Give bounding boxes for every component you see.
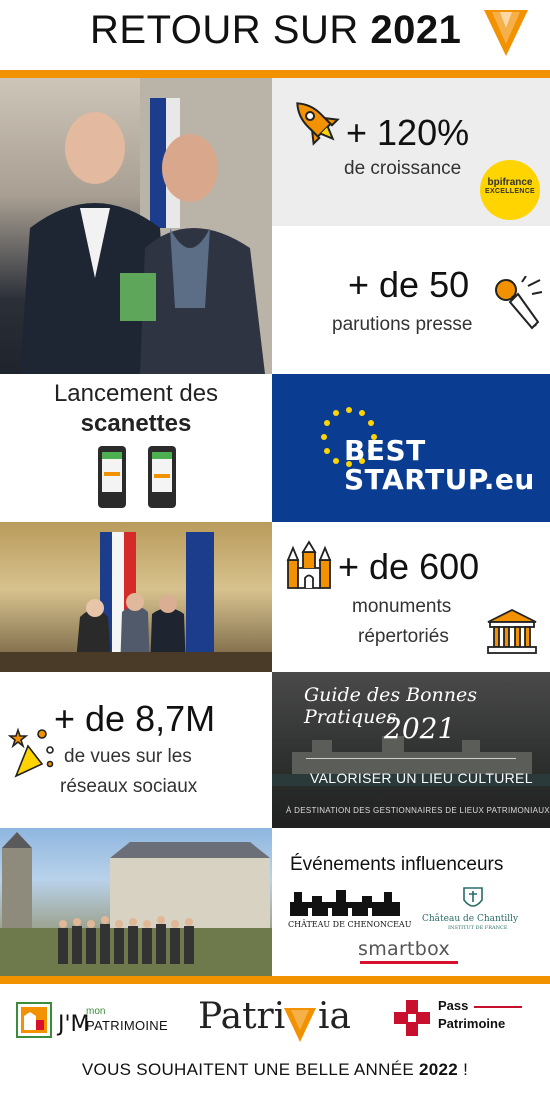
pass-patrimoine-line2: Patrimoine (438, 1016, 506, 1031)
press-value: + de 50 (348, 264, 470, 305)
patrivia-logo-text-b: ia (318, 996, 351, 1037)
pass-patrimoine-logo-icon (394, 1000, 430, 1036)
footer-year: 2022 (419, 1060, 459, 1079)
chantilly-logo-text: Château de Chantilly (422, 914, 519, 924)
scanettes-line1: Lancement des (53, 380, 219, 407)
smartbox-logo-text: smartbox (358, 938, 451, 960)
partners-bar: J'M mon PATRIMOINE Patri ia Pass Patrimo… (0, 984, 550, 1056)
rocket-icon (296, 102, 340, 146)
orange-divider-top (0, 70, 550, 78)
monuments-value: + de 600 (338, 546, 480, 587)
pass-patrimoine-rule (474, 1006, 522, 1008)
events-panel: Événements influenceurs CHÂTEAU DE CHENO… (272, 828, 550, 976)
patrivia-v-logo-icon (484, 10, 528, 56)
chenonceau-logo-text: CHÂTEAU DE CHENONCEAU (288, 920, 412, 929)
views-value: + de 8,7M (54, 698, 216, 739)
page-title: RETOUR SUR 2021 (90, 8, 462, 52)
press-label: parutions presse (332, 314, 473, 335)
patrivia-logo-text-a: Patri (198, 996, 286, 1037)
smartbox-underline (360, 961, 458, 964)
best-startup-panel: BEST STARTUP.eu (272, 374, 550, 522)
jm-patrimoine-mon: mon (86, 1006, 106, 1017)
footer-message: VOUS SOUHAITENT UNE BELLE ANNÉE 2022 ! (81, 1060, 469, 1079)
chantilly-crest-icon (463, 887, 483, 907)
best-startup-logo-text: BEST STARTUP.eu (344, 434, 535, 496)
growth-value: + 120% (346, 112, 470, 153)
orange-divider-bottom (0, 976, 550, 984)
guide-panel: Guide des Bonnes Pratiques 2021 VALORISE… (272, 672, 550, 828)
bpifrance-excellence-badge: bpifrance EXCELLENCE (480, 160, 540, 220)
views-panel: + de 8,7M de vues sur les réseaux sociau… (0, 672, 272, 828)
growth-label: de croissance (344, 158, 462, 179)
photo-influencers-chateau (0, 828, 272, 976)
page-title-year: 2021 (370, 8, 462, 52)
monuments-line2: répertoriés (358, 626, 449, 647)
party-popper-icon (7, 727, 54, 778)
chantilly-sub-text: INSTITUT DE FRANCE (448, 925, 508, 931)
guide-small-text: À DESTINATION DES GESTIONNAIRES DE LIEUX… (286, 806, 550, 815)
guide-divider (306, 758, 516, 759)
growth-panel: + 120% de croissance bpifrance EXCELLENC… (272, 78, 550, 226)
monuments-panel: + de 600 monuments répertoriés (272, 522, 550, 672)
photo-official-meeting (0, 522, 272, 672)
chenonceau-logo-icon (290, 890, 400, 916)
views-line1: de vues sur les (64, 746, 192, 767)
scanette-devices-icon (98, 446, 176, 508)
scanettes-line2: scanettes (80, 410, 192, 437)
jm-patrimoine-prefix: J'M (58, 1012, 90, 1037)
guide-subtitle: VALORISER UN LIEU CULTUREL (310, 770, 533, 786)
jm-patrimoine-name: PATRIMOINE (86, 1018, 168, 1033)
header: RETOUR SUR 2021 (0, 0, 550, 70)
jm-patrimoine-logo-icon (16, 1002, 52, 1038)
castle-icon (286, 540, 332, 589)
events-title: Événements influenceurs (290, 854, 504, 875)
press-panel: + de 50 parutions presse (272, 226, 550, 374)
patrivia-v-icon (284, 1008, 316, 1042)
photo-meeting (0, 78, 272, 374)
monuments-line1: monuments (352, 596, 452, 617)
monument-temple-icon (487, 608, 537, 654)
views-line2: réseaux sociaux (60, 776, 198, 797)
guide-year: 2021 (384, 712, 456, 745)
scanettes-panel: Lancement des scanettes (0, 374, 272, 522)
pass-patrimoine-line1: Pass (438, 998, 469, 1013)
microphone-icon (495, 276, 543, 330)
